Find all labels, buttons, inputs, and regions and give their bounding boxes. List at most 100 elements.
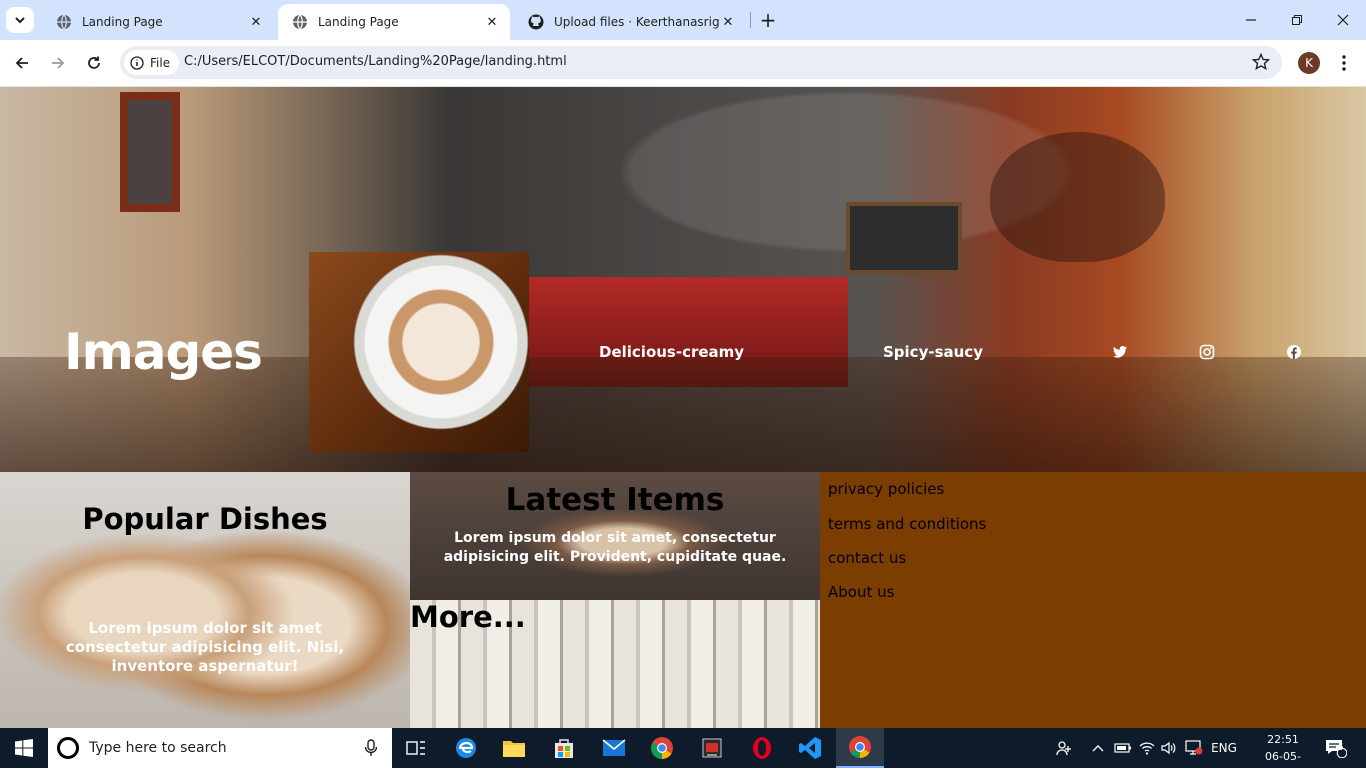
- taskbar-chrome-active[interactable]: [836, 728, 884, 768]
- monitor-alert-icon: [1185, 740, 1203, 755]
- arrow-right-icon: [52, 57, 65, 69]
- back-button[interactable]: [7, 48, 37, 78]
- more-card: More...: [410, 600, 820, 728]
- mail-icon: [602, 739, 626, 756]
- minimize-button[interactable]: [1228, 0, 1274, 40]
- taskbar-opera[interactable]: [738, 728, 786, 768]
- github-icon: [528, 14, 544, 30]
- close-icon[interactable]: ✕: [484, 14, 500, 30]
- browser-menu-button[interactable]: [1334, 50, 1354, 76]
- battery-tray-button[interactable]: [1112, 728, 1134, 768]
- clock-time: 22:51: [1267, 733, 1299, 746]
- twitter-icon[interactable]: [1112, 344, 1128, 360]
- volume-tray-button[interactable]: [1158, 728, 1180, 768]
- battery-icon: [1114, 743, 1131, 753]
- latest-items-card: Latest Items Lorem ipsum dolor sit amet,…: [410, 472, 820, 600]
- search-placeholder: Type here to search: [89, 740, 227, 756]
- url-text[interactable]: C:/Users/ELCOT/Documents/Landing%20Page/…: [184, 54, 567, 69]
- taskbar: Type here to search ENG 22:51 06-05-2024…: [0, 728, 1366, 780]
- tab-search-button[interactable]: [6, 7, 34, 33]
- forward-button[interactable]: [43, 48, 73, 78]
- search-icon: [57, 737, 79, 759]
- site-info-chip[interactable]: File: [124, 50, 180, 75]
- hero-title: Images: [64, 323, 263, 381]
- chrome-icon: [651, 737, 673, 759]
- tray-overflow-button[interactable]: [1088, 728, 1108, 768]
- reload-button[interactable]: [79, 48, 109, 78]
- new-tab-button[interactable]: +: [756, 8, 780, 32]
- link-about-us[interactable]: About us: [828, 583, 894, 601]
- start-button[interactable]: [0, 728, 48, 768]
- restore-icon: [1292, 15, 1302, 25]
- tab-strip: Landing Page ✕ Landing Page ✕ Upload fil…: [0, 0, 1366, 40]
- tab-upload-files[interactable]: Upload files · Keerthanasrigithub ✕: [514, 4, 746, 40]
- browser-toolbar: File C:/Users/ELCOT/Documents/Landing%20…: [0, 40, 1366, 87]
- taskbar-clock[interactable]: 22:51 06-05-2024: [1254, 731, 1312, 782]
- coffee-cup-image: [309, 252, 529, 452]
- globe-icon: [57, 14, 71, 30]
- more-title: More...: [410, 600, 526, 634]
- hero-background-decor: [846, 202, 962, 274]
- store-icon: [555, 739, 573, 758]
- facebook-icon[interactable]: [1286, 344, 1302, 360]
- restore-button[interactable]: [1274, 0, 1320, 40]
- taskbar-file-explorer[interactable]: [490, 728, 538, 768]
- tab-divider: [750, 12, 751, 28]
- people-tray-button[interactable]: [1052, 728, 1076, 768]
- taskbar-vscode[interactable]: [786, 728, 834, 768]
- hero-background-decor: [120, 92, 180, 212]
- windows-logo-icon: [15, 739, 33, 757]
- taskbar-edge[interactable]: [442, 728, 490, 768]
- page-viewport: Images Delicious-creamy Spicy-saucy Popu…: [0, 87, 1366, 728]
- address-bar[interactable]: File C:/Users/ELCOT/Documents/Landing%20…: [120, 46, 1282, 79]
- vscode-icon: [799, 737, 821, 759]
- tab-landing-page-2[interactable]: Landing Page ✕: [278, 4, 510, 40]
- link-contact-us[interactable]: contact us: [828, 549, 906, 567]
- task-view-button[interactable]: [392, 728, 440, 768]
- popular-dishes-card: Popular Dishes Lorem ipsum dolor sit ame…: [0, 472, 410, 728]
- close-icon[interactable]: ✕: [720, 14, 736, 30]
- wifi-icon: [1139, 742, 1155, 755]
- arrow-left-icon: [15, 57, 28, 69]
- site-chip-label: File: [150, 55, 171, 70]
- footer-links-panel: privacy policies terms and conditions co…: [820, 472, 1366, 728]
- reload-icon: [88, 56, 100, 69]
- microphone-icon[interactable]: [364, 739, 378, 757]
- taskbar-chrome[interactable]: [638, 728, 686, 768]
- network-tray-button[interactable]: [1136, 728, 1158, 768]
- info-icon: [130, 55, 144, 70]
- link-terms-and-conditions[interactable]: terms and conditions: [828, 515, 986, 533]
- tab-landing-page-1[interactable]: Landing Page ✕: [42, 4, 274, 40]
- nav-link-delicious-creamy[interactable]: Delicious-creamy: [599, 343, 744, 361]
- language-indicator[interactable]: ENG: [1208, 728, 1240, 768]
- speaker-icon: [1161, 741, 1176, 755]
- link-privacy-policies[interactable]: privacy policies: [828, 480, 944, 498]
- tab-title: Landing Page: [82, 15, 163, 29]
- latest-items-title: Latest Items: [505, 482, 725, 518]
- task-view-icon: [406, 741, 425, 755]
- close-icon: [1337, 14, 1349, 26]
- hero-section: Images Delicious-creamy Spicy-saucy: [0, 87, 1366, 472]
- taskbar-mail[interactable]: [590, 728, 638, 768]
- profile-avatar[interactable]: K: [1298, 52, 1320, 74]
- popular-dishes-text: Lorem ipsum dolor sit amet consectetur a…: [65, 619, 345, 675]
- close-icon[interactable]: ✕: [248, 14, 264, 30]
- popular-dishes-title: Popular Dishes: [82, 502, 328, 536]
- instagram-icon[interactable]: [1199, 344, 1215, 360]
- nav-link-spicy-saucy[interactable]: Spicy-saucy: [883, 343, 983, 361]
- close-window-button[interactable]: [1320, 0, 1366, 40]
- edge-icon: [456, 738, 476, 758]
- minimize-icon: [1246, 19, 1256, 21]
- notification-center-button[interactable]: 5: [1318, 728, 1354, 768]
- chrome-icon: [849, 736, 871, 758]
- bookmark-star-icon[interactable]: [1252, 53, 1270, 71]
- taskbar-app[interactable]: [688, 728, 736, 768]
- taskbar-store[interactable]: [540, 728, 588, 768]
- tab-title: Landing Page: [318, 15, 399, 29]
- security-tray-button[interactable]: [1182, 728, 1206, 768]
- latest-items-text: Lorem ipsum dolor sit amet, consectetur …: [443, 530, 787, 565]
- chevron-down-icon: [15, 17, 25, 24]
- globe-icon: [293, 14, 307, 30]
- notification-count: 5: [1338, 743, 1344, 753]
- taskbar-search[interactable]: Type here to search: [48, 728, 392, 768]
